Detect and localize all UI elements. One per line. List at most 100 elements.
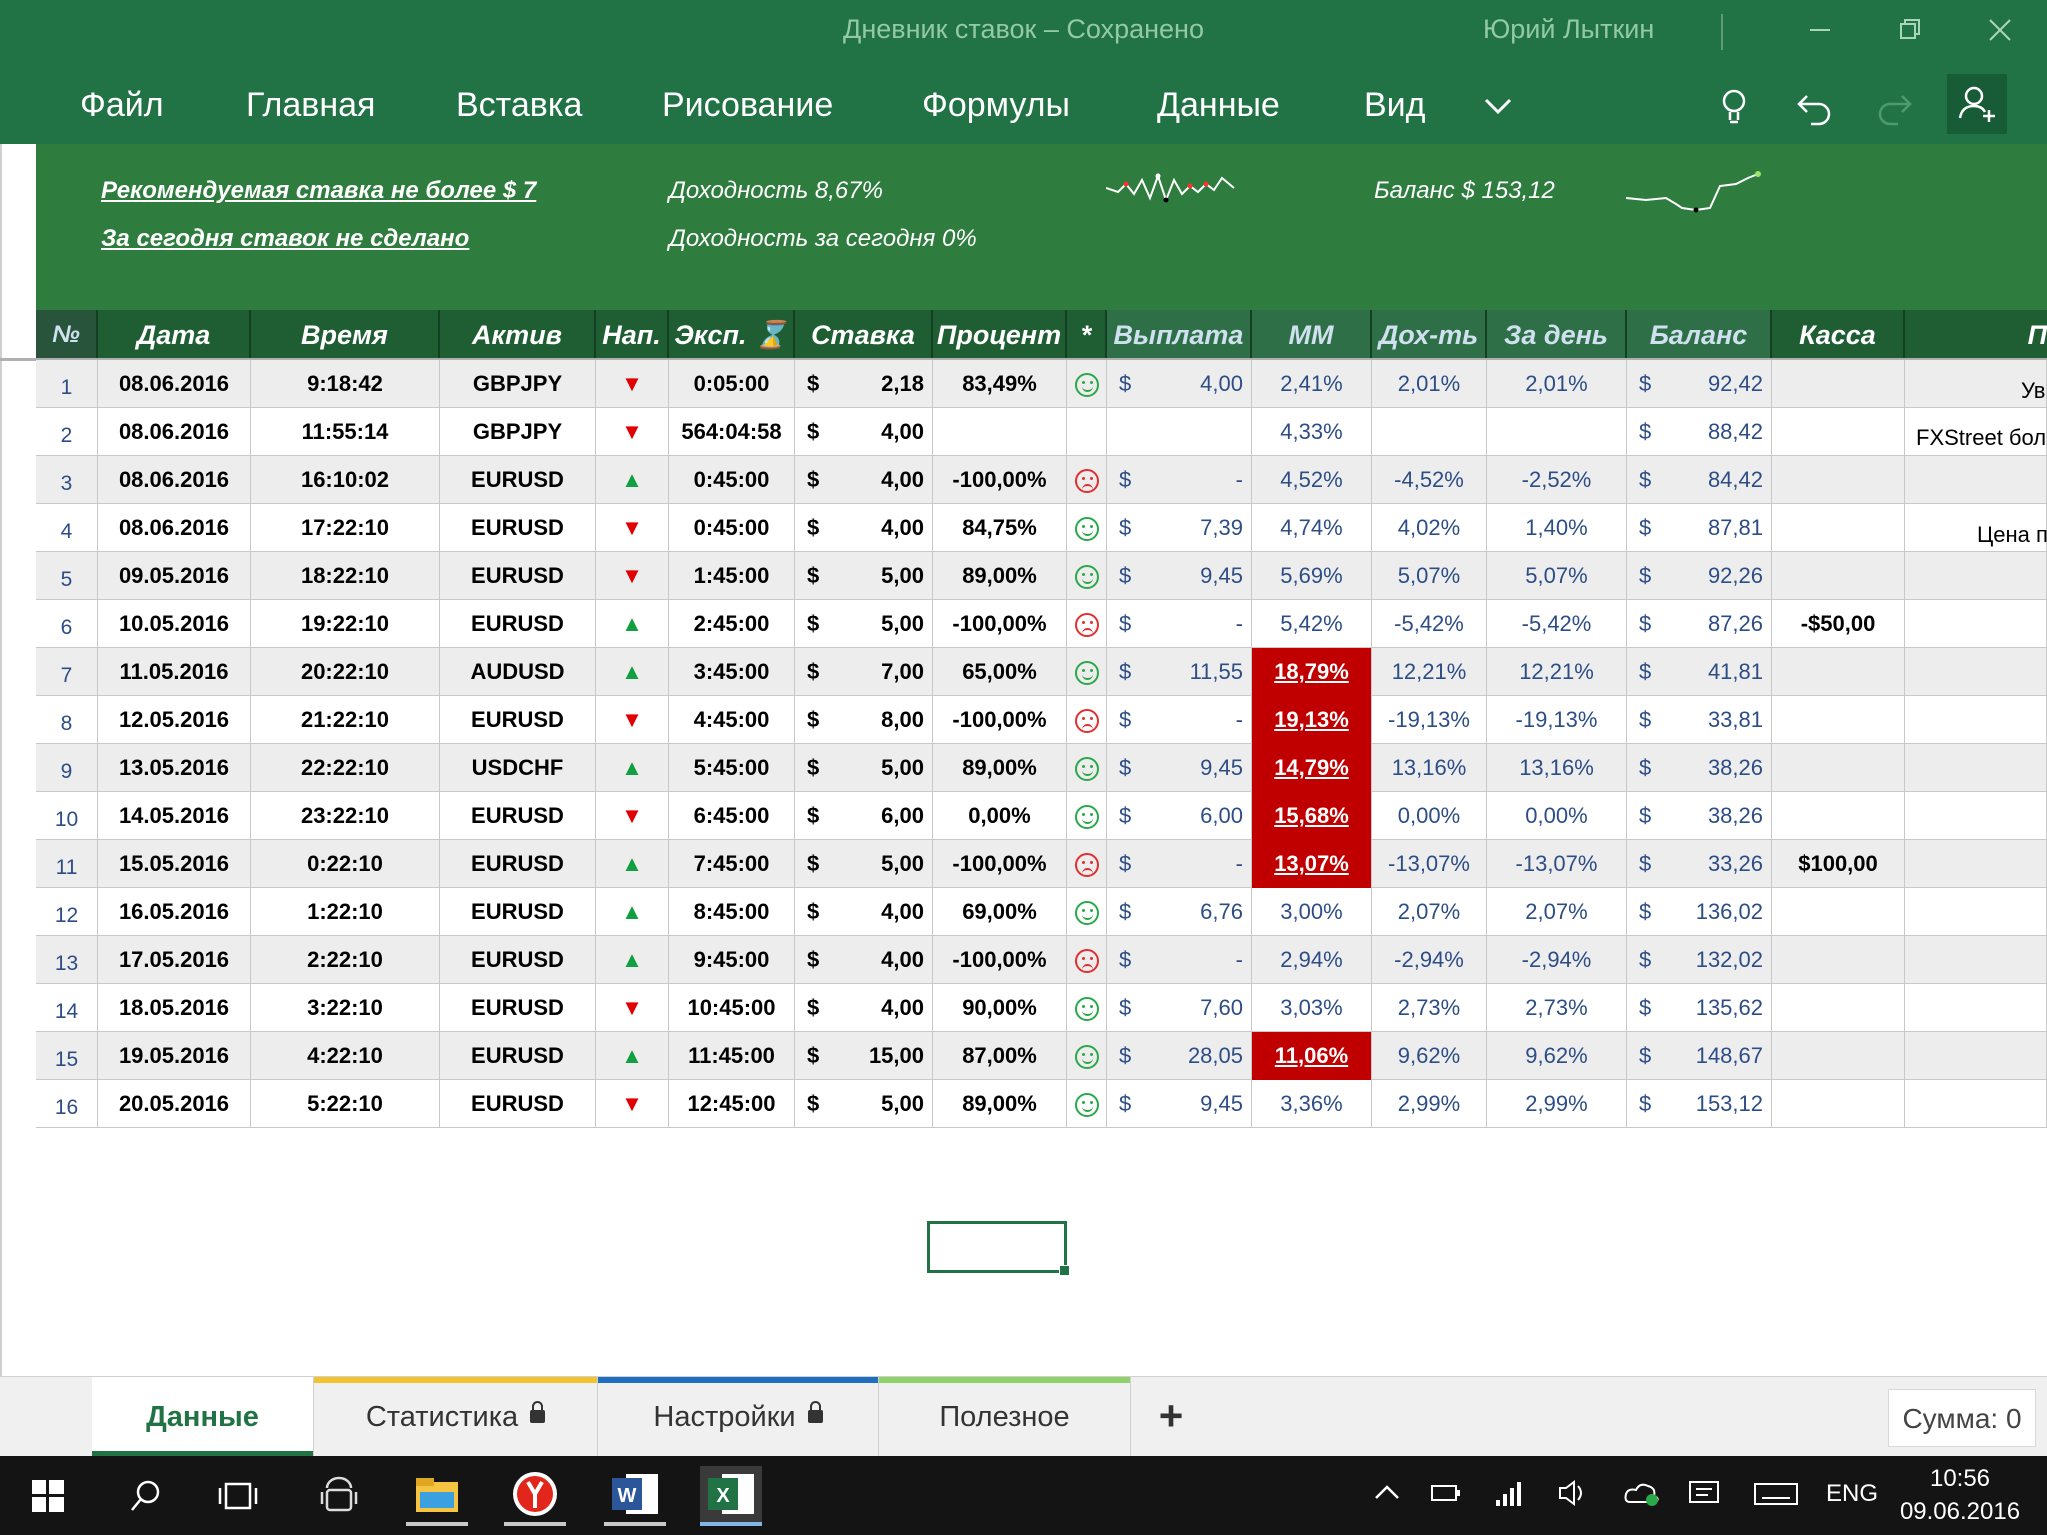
- cell-stake[interactable]: $5,00: [795, 744, 933, 792]
- cell-x[interactable]: [1905, 744, 2047, 792]
- cell-yld[interactable]: 2,01%: [1372, 360, 1487, 408]
- cell-bal[interactable]: $132,02: [1627, 936, 1772, 984]
- cell-stake[interactable]: $4,00: [795, 456, 933, 504]
- cell-mm[interactable]: 2,94%: [1252, 936, 1372, 984]
- cell-n[interactable]: 4: [36, 504, 98, 552]
- cell-mm[interactable]: 18,79%: [1252, 648, 1372, 696]
- cell-day[interactable]: -2,52%: [1487, 456, 1627, 504]
- cell-exp[interactable]: 2:45:00: [669, 600, 795, 648]
- cell-n[interactable]: 9: [36, 744, 98, 792]
- cell-time[interactable]: 11:55:14: [251, 408, 440, 456]
- cell-pct[interactable]: 89,00%: [933, 552, 1067, 600]
- cell-time[interactable]: 23:22:10: [251, 792, 440, 840]
- cell-pay[interactable]: $ -: [1107, 456, 1252, 504]
- cell-dir[interactable]: ▼: [596, 792, 669, 840]
- cell-n[interactable]: 11: [36, 840, 98, 888]
- cell-res[interactable]: [1067, 696, 1107, 744]
- cell-stake[interactable]: $5,00: [795, 1080, 933, 1128]
- cell-asset[interactable]: GBPJPY: [440, 408, 596, 456]
- col-header-balance[interactable]: Баланс: [1627, 310, 1772, 360]
- menu-insert[interactable]: Вставка: [456, 86, 582, 125]
- col-header-stake[interactable]: Ставка: [795, 310, 933, 360]
- table-row[interactable]: 6 10.05.2016 19:22:10 EURUSD ▲ 2:45:00 $5,00 -1…: [36, 600, 2047, 648]
- cell-cash[interactable]: [1772, 792, 1905, 840]
- keyboard-icon[interactable]: [1752, 1476, 1800, 1517]
- cell-day[interactable]: 0,00%: [1487, 792, 1627, 840]
- cell-time[interactable]: 1:22:10: [251, 888, 440, 936]
- cell-mm[interactable]: 5,42%: [1252, 600, 1372, 648]
- cell-dir[interactable]: ▲: [596, 456, 669, 504]
- cell-bal[interactable]: $148,67: [1627, 1032, 1772, 1080]
- cell-day[interactable]: -5,42%: [1487, 600, 1627, 648]
- cell-exp[interactable]: 11:45:00: [669, 1032, 795, 1080]
- cell-pay[interactable]: $ -: [1107, 600, 1252, 648]
- cell-yld[interactable]: 9,62%: [1372, 1032, 1487, 1080]
- cell-x[interactable]: [1905, 456, 2047, 504]
- tab-settings[interactable]: Настройки: [598, 1377, 879, 1457]
- cell-exp[interactable]: 0:05:00: [669, 360, 795, 408]
- cell-exp[interactable]: 0:45:00: [669, 456, 795, 504]
- cell-pay[interactable]: $9,45: [1107, 744, 1252, 792]
- side-note-3[interactable]: Цена п: [1977, 522, 2047, 548]
- cell-time[interactable]: 17:22:10: [251, 504, 440, 552]
- cell-exp[interactable]: 7:45:00: [669, 840, 795, 888]
- cell-asset[interactable]: AUDUSD: [440, 648, 596, 696]
- col-header-direction[interactable]: Нап.: [596, 310, 669, 360]
- cell-stake[interactable]: $7,00: [795, 648, 933, 696]
- cell-pct[interactable]: 0,00%: [933, 792, 1067, 840]
- cell-date[interactable]: 12.05.2016: [98, 696, 251, 744]
- cell-pct[interactable]: 89,00%: [933, 744, 1067, 792]
- cell-x[interactable]: [1905, 1080, 2047, 1128]
- cell-time[interactable]: 16:10:02: [251, 456, 440, 504]
- cell-date[interactable]: 10.05.2016: [98, 600, 251, 648]
- col-header-mm[interactable]: ММ: [1252, 310, 1372, 360]
- cell-dir[interactable]: ▲: [596, 1032, 669, 1080]
- cell-res[interactable]: [1067, 504, 1107, 552]
- cell-n[interactable]: 2: [36, 408, 98, 456]
- cell-day[interactable]: 12,21%: [1487, 648, 1627, 696]
- cell-time[interactable]: 19:22:10: [251, 600, 440, 648]
- cell-pay[interactable]: $ -: [1107, 696, 1252, 744]
- cell-cash[interactable]: [1772, 456, 1905, 504]
- cell-x[interactable]: [1905, 552, 2047, 600]
- cell-dir[interactable]: ▼: [596, 696, 669, 744]
- cell-time[interactable]: 18:22:10: [251, 552, 440, 600]
- cell-mm[interactable]: 19,13%: [1252, 696, 1372, 744]
- cell-exp[interactable]: 9:45:00: [669, 936, 795, 984]
- cell-dir[interactable]: ▼: [596, 1080, 669, 1128]
- side-note-2[interactable]: FXStreet бол: [1916, 425, 2046, 451]
- chevron-up-icon[interactable]: [1370, 1476, 1404, 1517]
- cell-date[interactable]: 08.06.2016: [98, 504, 251, 552]
- cell-dir[interactable]: ▲: [596, 888, 669, 936]
- notifications-icon[interactable]: [1686, 1476, 1722, 1517]
- menu-view[interactable]: Вид: [1364, 86, 1426, 125]
- cell-pay[interactable]: $6,76: [1107, 888, 1252, 936]
- cell-date[interactable]: 13.05.2016: [98, 744, 251, 792]
- cell-n[interactable]: 10: [36, 792, 98, 840]
- cell-pct[interactable]: 90,00%: [933, 984, 1067, 1032]
- android-icon[interactable]: [313, 1470, 365, 1522]
- cell-asset[interactable]: EURUSD: [440, 840, 596, 888]
- cell-yld[interactable]: -2,94%: [1372, 936, 1487, 984]
- cell-time[interactable]: 9:18:42: [251, 360, 440, 408]
- cell-cash[interactable]: -$50,00: [1772, 600, 1905, 648]
- table-row[interactable]: 1 08.06.2016 9:18:42 GBPJPY ▼ 0:05:00 $2,18 83,…: [36, 360, 2047, 408]
- cell-x[interactable]: [1905, 600, 2047, 648]
- cell-pct[interactable]: -100,00%: [933, 840, 1067, 888]
- cell-yld[interactable]: -5,42%: [1372, 600, 1487, 648]
- cell-res[interactable]: [1067, 648, 1107, 696]
- cell-date[interactable]: 16.05.2016: [98, 888, 251, 936]
- user-name[interactable]: Юрий Лыткин: [1483, 14, 1654, 45]
- cell-asset[interactable]: EURUSD: [440, 504, 596, 552]
- cell-pct[interactable]: 83,49%: [933, 360, 1067, 408]
- table-row[interactable]: 13 17.05.2016 2:22:10 EURUSD ▲ 9:45:00 $4,00 -1…: [36, 936, 2047, 984]
- cell-date[interactable]: 18.05.2016: [98, 984, 251, 1032]
- cell-dir[interactable]: ▼: [596, 984, 669, 1032]
- cell-time[interactable]: 5:22:10: [251, 1080, 440, 1128]
- tab-statistics[interactable]: Статистика: [314, 1377, 598, 1457]
- cell-dir[interactable]: ▼: [596, 504, 669, 552]
- cell-pct[interactable]: -100,00%: [933, 936, 1067, 984]
- cell-exp[interactable]: 6:45:00: [669, 792, 795, 840]
- cell-pct[interactable]: 87,00%: [933, 1032, 1067, 1080]
- add-sheet-button[interactable]: +: [1131, 1377, 1211, 1457]
